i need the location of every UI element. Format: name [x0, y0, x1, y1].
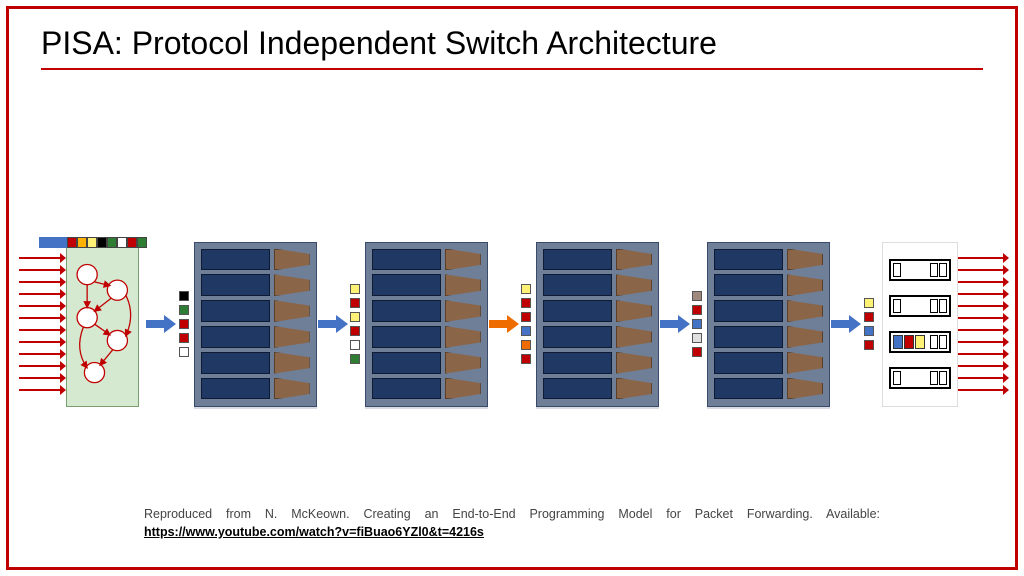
arrow-icon	[19, 350, 66, 358]
arrow-icon	[958, 386, 1009, 394]
queue-row	[889, 367, 951, 389]
citation-prefix: Reproduced from N. McKeown. Creating an …	[144, 507, 880, 521]
stage-tags	[520, 284, 533, 364]
stage-tags	[691, 291, 704, 357]
arrow-icon	[19, 314, 66, 322]
arrow-icon	[958, 338, 1009, 346]
arrow-icon	[958, 302, 1009, 310]
citation-link[interactable]: https://www.youtube.com/watch?v=fiBuao6Y…	[144, 525, 484, 539]
stage-tags	[349, 284, 362, 364]
ingress-arrows	[9, 254, 66, 394]
arrow-icon	[19, 326, 66, 334]
queue-row	[889, 295, 951, 317]
output-tags	[862, 298, 875, 350]
stage-tags	[177, 291, 190, 357]
arrow-icon	[958, 362, 1009, 370]
arrow-icon	[19, 338, 66, 346]
arrow-icon	[958, 266, 1009, 274]
arrow-icon	[19, 302, 66, 310]
slide-frame: PISA: Protocol Independent Switch Archit…	[6, 6, 1018, 570]
connector-arrow	[145, 313, 177, 335]
arrow-icon	[19, 266, 66, 274]
connector-arrow	[830, 313, 862, 335]
arrow-icon	[958, 254, 1009, 262]
pipeline-diagram	[9, 234, 1015, 414]
connector-arrow	[317, 313, 349, 335]
queue-row	[889, 331, 951, 353]
match-action-stage	[194, 242, 317, 407]
arrow-icon	[19, 290, 66, 298]
arrow-icon	[958, 350, 1009, 358]
match-action-stage	[365, 242, 488, 407]
arrow-icon	[958, 278, 1009, 286]
connector-arrow	[659, 313, 691, 335]
parser-block	[66, 242, 139, 407]
citation-text: Reproduced from N. McKeown. Creating an …	[144, 505, 880, 541]
match-action-stage	[536, 242, 659, 407]
connector-arrow	[488, 313, 520, 335]
arrow-icon	[958, 314, 1009, 322]
arrow-icon	[19, 254, 66, 262]
egress-arrows	[958, 254, 1015, 394]
arrow-icon	[19, 362, 66, 370]
arrow-icon	[19, 278, 66, 286]
slide-title: PISA: Protocol Independent Switch Archit…	[41, 25, 983, 70]
output-queues	[882, 242, 958, 407]
arrow-icon	[958, 326, 1009, 334]
match-action-stage	[707, 242, 830, 407]
queue-row	[889, 259, 951, 281]
arrow-icon	[19, 386, 66, 394]
parser-graph-icon	[67, 243, 138, 406]
arrow-icon	[19, 374, 66, 382]
arrow-icon	[958, 290, 1009, 298]
arrow-icon	[958, 374, 1009, 382]
